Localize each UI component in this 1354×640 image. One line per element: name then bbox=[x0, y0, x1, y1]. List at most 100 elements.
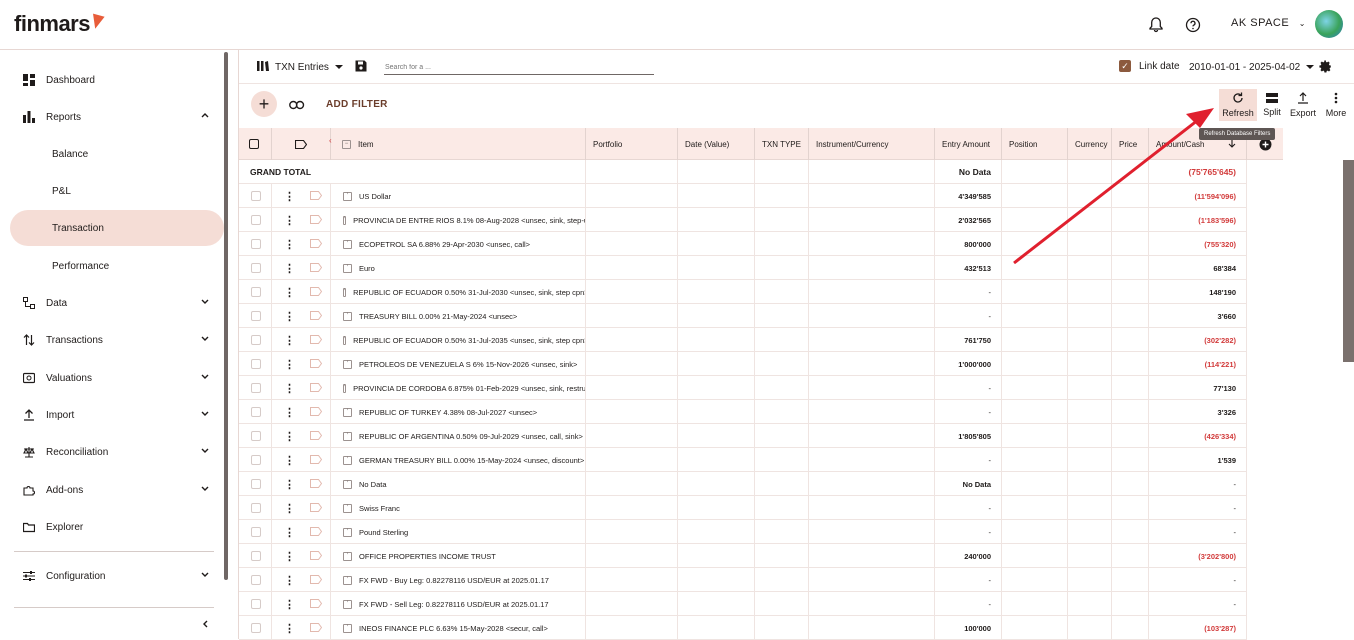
select-all-checkbox[interactable] bbox=[239, 128, 272, 160]
expand-row-icon[interactable]: ′ bbox=[343, 551, 352, 561]
row-checkbox[interactable] bbox=[239, 280, 272, 304]
logo[interactable]: finmars bbox=[14, 11, 105, 37]
more-vertical-icon[interactable]: ⋮ bbox=[284, 286, 295, 299]
column-header-date[interactable]: Date (Value) bbox=[678, 128, 755, 160]
column-header-price[interactable]: Price bbox=[1112, 128, 1149, 160]
sidebar-item-reconciliation[interactable]: Reconciliation bbox=[10, 434, 224, 470]
row-checkbox[interactable] bbox=[239, 568, 272, 592]
table-row[interactable]: ⋮ ′ GERMAN TREASURY BILL 0.00% 15-May-2024… bbox=[239, 448, 1247, 472]
expand-row-icon[interactable]: ′ bbox=[343, 215, 347, 225]
grid-scrollbar[interactable] bbox=[1343, 160, 1354, 362]
more-vertical-icon[interactable]: ⋮ bbox=[284, 238, 295, 251]
more-vertical-icon[interactable]: ⋮ bbox=[284, 310, 295, 323]
table-row[interactable]: ⋮ ′ REPUBLIC OF ECUADOR 0.50% 31-Jul-2030 … bbox=[239, 280, 1247, 304]
table-row[interactable]: ⋮ ′ Pound Sterling - - bbox=[239, 520, 1247, 544]
more-vertical-icon[interactable]: ⋮ bbox=[284, 430, 295, 443]
tag-icon[interactable] bbox=[310, 478, 323, 490]
expand-row-icon[interactable]: ′ bbox=[343, 191, 352, 201]
row-checkbox[interactable] bbox=[239, 256, 272, 280]
space-selector[interactable]: AK SPACE ⌄ bbox=[1231, 17, 1306, 29]
sidebar-item-performance[interactable]: Performance bbox=[10, 248, 224, 284]
expand-row-icon[interactable]: ′ bbox=[343, 335, 347, 345]
expand-row-icon[interactable]: ′ bbox=[343, 287, 347, 297]
sidebar-item-explorer[interactable]: Explorer bbox=[10, 509, 224, 545]
more-vertical-icon[interactable]: ⋮ bbox=[284, 214, 295, 227]
sidebar-item-transactions[interactable]: Transactions bbox=[10, 322, 224, 358]
expand-row-icon[interactable]: ′ bbox=[343, 431, 352, 441]
row-checkbox[interactable] bbox=[239, 496, 272, 520]
split-button[interactable]: Split bbox=[1260, 89, 1284, 121]
table-row[interactable]: ⋮ ′ INEOS FINANCE PLC 6.63% 15-May-2028 <s… bbox=[239, 616, 1247, 640]
help-icon[interactable] bbox=[1183, 15, 1203, 35]
tag-icon[interactable] bbox=[310, 262, 323, 274]
table-row[interactable]: ⋮ ′ REPUBLIC OF ECUADOR 0.50% 31-Jul-2035 … bbox=[239, 328, 1247, 352]
row-checkbox[interactable] bbox=[239, 232, 272, 256]
add-filter-button[interactable]: ADD FILTER bbox=[326, 99, 388, 110]
table-row[interactable]: ⋮ ′ Swiss Franc - - bbox=[239, 496, 1247, 520]
tag-icon[interactable] bbox=[310, 574, 323, 586]
tag-icon[interactable] bbox=[310, 238, 323, 250]
table-row[interactable]: ⋮ ′ TREASURY BILL 0.00% 21-May-2024 <unsec… bbox=[239, 304, 1247, 328]
link-icon[interactable] bbox=[289, 97, 305, 115]
table-row[interactable]: ⋮ ′ REPUBLIC OF ARGENTINA 0.50% 09-Jul-202… bbox=[239, 424, 1247, 448]
more-vertical-icon[interactable]: ⋮ bbox=[284, 502, 295, 515]
sidebar-item-dashboard[interactable]: Dashboard bbox=[10, 62, 224, 98]
more-vertical-icon[interactable]: ⋮ bbox=[284, 622, 295, 635]
sidebar-item-configuration[interactable]: Configuration bbox=[10, 558, 224, 594]
table-row[interactable]: ⋮ ′ Euro 432'513 68'384 bbox=[239, 256, 1247, 280]
sidebar-item-pnl[interactable]: P&L bbox=[10, 173, 224, 209]
expand-row-icon[interactable]: ′ bbox=[343, 599, 352, 609]
tag-icon[interactable] bbox=[310, 382, 323, 394]
layout-selector[interactable]: TXN Entries bbox=[257, 60, 367, 75]
table-row[interactable]: ⋮ ′ US Dollar 4'349'585 (11'594'096) bbox=[239, 184, 1247, 208]
more-vertical-icon[interactable]: ⋮ bbox=[284, 598, 295, 611]
more-vertical-icon[interactable]: ⋮ bbox=[284, 454, 295, 467]
sidebar-scrollbar[interactable] bbox=[224, 52, 228, 580]
row-checkbox[interactable] bbox=[239, 424, 272, 448]
row-checkbox[interactable] bbox=[239, 592, 272, 616]
more-vertical-icon[interactable]: ⋮ bbox=[284, 406, 295, 419]
table-row[interactable]: ⋮ ′ ECOPETROL SA 6.88% 29-Apr-2030 <unsec,… bbox=[239, 232, 1247, 256]
row-checkbox[interactable] bbox=[239, 448, 272, 472]
bell-icon[interactable] bbox=[1146, 15, 1166, 35]
date-range-selector[interactable]: 2010-01-01 - 2025-04-02 bbox=[1189, 62, 1315, 73]
expand-row-icon[interactable]: ′ bbox=[343, 359, 352, 369]
tag-icon[interactable] bbox=[310, 286, 323, 298]
table-row[interactable]: ⋮ ′ OFFICE PROPERTIES INCOME TRUST 240'000 (… bbox=[239, 544, 1247, 568]
row-checkbox[interactable] bbox=[239, 520, 272, 544]
export-button[interactable]: Export bbox=[1287, 89, 1319, 121]
table-row[interactable]: ⋮ ′ FX FWD - Buy Leg: 0.82278116 USD/EUR a… bbox=[239, 568, 1247, 592]
expand-row-icon[interactable]: ′ bbox=[343, 263, 352, 273]
row-checkbox[interactable] bbox=[239, 328, 272, 352]
sidebar-item-addons[interactable]: Add-ons bbox=[10, 472, 224, 508]
column-header-instrument[interactable]: Instrument/Currency bbox=[809, 128, 935, 160]
more-vertical-icon[interactable]: ⋮ bbox=[284, 574, 295, 587]
more-vertical-icon[interactable]: ⋮ bbox=[284, 550, 295, 563]
table-row[interactable]: ⋮ ′ REPUBLIC OF TURKEY 4.38% 08-Jul-2027 <… bbox=[239, 400, 1247, 424]
tag-icon[interactable] bbox=[310, 622, 323, 634]
table-row[interactable]: ⋮ ′ PROVINCIA DE ENTRE RIOS 8.1% 08-Aug-20… bbox=[239, 208, 1247, 232]
expand-row-icon[interactable]: ′ bbox=[343, 239, 352, 249]
sidebar-item-import[interactable]: Import bbox=[10, 397, 224, 433]
sidebar-item-reports[interactable]: Reports bbox=[10, 99, 224, 135]
column-header-entry-amount[interactable]: Entry Amount bbox=[935, 128, 1002, 160]
row-checkbox[interactable] bbox=[239, 400, 272, 424]
expand-row-icon[interactable]: ′ bbox=[343, 527, 352, 537]
tag-icon[interactable] bbox=[310, 358, 323, 370]
tag-icon[interactable] bbox=[310, 526, 323, 538]
column-header-position[interactable]: Position bbox=[1002, 128, 1068, 160]
sidebar-item-data[interactable]: Data bbox=[10, 285, 224, 321]
more-vertical-icon[interactable]: ⋮ bbox=[284, 358, 295, 371]
expand-row-icon[interactable]: ′ bbox=[343, 503, 352, 513]
table-row[interactable]: ⋮ ′ No Data No Data - bbox=[239, 472, 1247, 496]
expand-row-icon[interactable]: ′ bbox=[343, 383, 347, 393]
collapse-sidebar-icon[interactable] bbox=[200, 616, 210, 634]
row-checkbox[interactable] bbox=[239, 184, 272, 208]
tag-icon[interactable] bbox=[310, 550, 323, 562]
row-checkbox[interactable] bbox=[239, 376, 272, 400]
tag-icon[interactable] bbox=[272, 128, 331, 160]
table-row[interactable]: ⋮ ′ PETROLEOS DE VENEZUELA S 6% 15-Nov-202… bbox=[239, 352, 1247, 376]
more-button[interactable]: More bbox=[1322, 89, 1350, 121]
tag-icon[interactable] bbox=[310, 310, 323, 322]
row-checkbox[interactable] bbox=[239, 208, 272, 232]
